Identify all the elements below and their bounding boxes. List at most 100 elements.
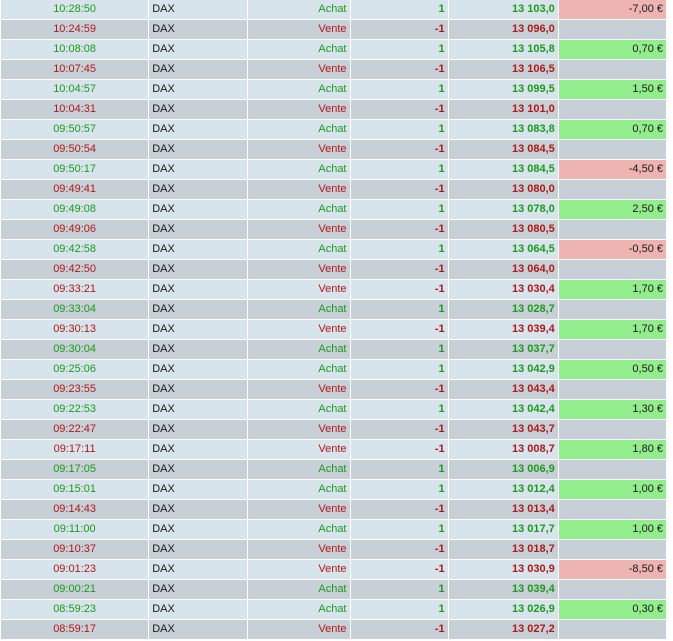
trade-pnl-cell: [557, 99, 668, 120]
trade-symbol-cell: DAX: [148, 339, 249, 360]
table-row[interactable]: 09:22:53 DAX Achat 1 13 042,4 1,30 €: [0, 399, 668, 420]
table-row[interactable]: 10:04:31 DAX Vente -1 13 101,0: [0, 99, 668, 120]
table-row[interactable]: 10:24:59 DAX Vente -1 13 096,0: [0, 19, 668, 40]
trade-time-cell: 09:50:54: [0, 139, 150, 160]
trade-pnl-cell: [557, 619, 668, 640]
table-row[interactable]: 08:59:23 DAX Achat 1 13 026,9 0,30 €: [0, 599, 668, 620]
trade-pnl-cell: [557, 299, 668, 320]
trade-quantity-cell: 1: [349, 579, 449, 600]
table-row[interactable]: 08:59:17 DAX Vente -1 13 027,2: [0, 619, 668, 640]
trade-price-cell: 13 013,4: [447, 499, 559, 520]
trade-time-cell: 10:28:50: [0, 0, 150, 20]
trade-quantity-cell: 1: [349, 479, 449, 500]
trade-side-cell: Achat: [247, 519, 351, 540]
table-row[interactable]: 09:22:47 DAX Vente -1 13 043,7: [0, 419, 668, 440]
trade-pnl-cell: 0,50 €: [557, 359, 668, 380]
table-row[interactable]: 10:08:08 DAX Achat 1 13 105,8 0,70 €: [0, 39, 668, 60]
table-row[interactable]: 09:50:57 DAX Achat 1 13 083,8 0,70 €: [0, 119, 668, 140]
trade-side-cell: Vente: [247, 139, 351, 160]
table-row[interactable]: 09:14:43 DAX Vente -1 13 013,4: [0, 499, 668, 520]
trade-side-cell: Achat: [247, 579, 351, 600]
table-row[interactable]: 09:17:05 DAX Achat 1 13 006,9: [0, 459, 668, 480]
table-row[interactable]: 09:01:23 DAX Vente -1 13 030,9 -8,50 €: [0, 559, 668, 580]
trade-quantity-cell: -1: [349, 219, 449, 240]
trade-side-cell: Vente: [247, 619, 351, 640]
trade-symbol-cell: DAX: [148, 379, 249, 400]
trade-price-cell: 13 027,2: [447, 619, 559, 640]
table-row[interactable]: 09:11:00 DAX Achat 1 13 017,7 1,00 €: [0, 519, 668, 540]
table-row[interactable]: 09:49:08 DAX Achat 1 13 078,0 2,50 €: [0, 199, 668, 220]
trade-quantity-cell: -1: [349, 259, 449, 280]
trade-price-cell: 13 103,0: [447, 0, 559, 20]
table-row[interactable]: 09:17:11 DAX Vente -1 13 008,7 1,80 €: [0, 439, 668, 460]
trade-price-cell: 13 018,7: [447, 539, 559, 560]
trade-pnl-cell: 0,70 €: [557, 119, 668, 140]
trade-side-cell: Achat: [247, 159, 351, 180]
trade-side-cell: Achat: [247, 399, 351, 420]
table-row[interactable]: 09:00:21 DAX Achat 1 13 039,4: [0, 579, 668, 600]
trade-pnl-cell: -4,50 €: [557, 159, 668, 180]
trade-side-cell: Vente: [247, 379, 351, 400]
trade-side-cell: Achat: [247, 79, 351, 100]
trade-side-cell: Vente: [247, 439, 351, 460]
trade-quantity-cell: 1: [349, 79, 449, 100]
trade-time-cell: 09:22:53: [0, 399, 150, 420]
table-row[interactable]: 09:49:41 DAX Vente -1 13 080,0: [0, 179, 668, 200]
trade-time-cell: 10:04:57: [0, 79, 150, 100]
trade-side-cell: Vente: [247, 499, 351, 520]
table-row[interactable]: 09:30:04 DAX Achat 1 13 037,7: [0, 339, 668, 360]
trade-symbol-cell: DAX: [148, 599, 249, 620]
table-row[interactable]: 09:23:55 DAX Vente -1 13 043,4: [0, 379, 668, 400]
trade-symbol-cell: DAX: [148, 119, 249, 140]
trade-time-cell: 09:50:17: [0, 159, 150, 180]
table-row[interactable]: 10:07:45 DAX Vente -1 13 106,5: [0, 59, 668, 80]
table-row[interactable]: 09:49:06 DAX Vente -1 13 080,5: [0, 219, 668, 240]
trade-time-cell: 09:22:47: [0, 419, 150, 440]
trade-rows: 10:28:50 DAX Achat 1 13 103,0 -7,00 €10:24:59…: [0, 0, 668, 640]
trade-quantity-cell: -1: [349, 279, 449, 300]
trade-side-cell: Achat: [247, 199, 351, 220]
table-row[interactable]: 09:33:04 DAX Achat 1 13 028,7: [0, 299, 668, 320]
trade-quantity-cell: -1: [349, 19, 449, 40]
trade-pnl-cell: [557, 139, 668, 160]
table-row[interactable]: 09:42:58 DAX Achat 1 13 064,5 -0,50 €: [0, 239, 668, 260]
trade-pnl-cell: [557, 419, 668, 440]
table-row[interactable]: 09:50:54 DAX Vente -1 13 084,5: [0, 139, 668, 160]
trade-price-cell: 13 006,9: [447, 459, 559, 480]
trade-time-cell: 09:42:58: [0, 239, 150, 260]
trade-symbol-cell: DAX: [148, 559, 249, 580]
trade-symbol-cell: DAX: [148, 219, 249, 240]
trade-quantity-cell: 1: [349, 399, 449, 420]
trade-quantity-cell: 1: [349, 239, 449, 260]
trade-time-cell: 09:42:50: [0, 259, 150, 280]
trade-time-cell: 09:49:08: [0, 199, 150, 220]
trade-symbol-cell: DAX: [148, 39, 249, 60]
trade-side-cell: Achat: [247, 459, 351, 480]
trade-price-cell: 13 096,0: [447, 19, 559, 40]
table-row[interactable]: 09:15:01 DAX Achat 1 13 012,4 1,00 €: [0, 479, 668, 500]
trade-pnl-cell: 1,50 €: [557, 79, 668, 100]
trade-side-cell: Achat: [247, 239, 351, 260]
table-row[interactable]: 09:10:37 DAX Vente -1 13 018,7: [0, 539, 668, 560]
table-row[interactable]: 10:28:50 DAX Achat 1 13 103,0 -7,00 €: [0, 0, 668, 20]
table-row[interactable]: 09:25:06 DAX Achat 1 13 042,9 0,50 €: [0, 359, 668, 380]
trade-time-cell: 09:33:21: [0, 279, 150, 300]
trade-price-cell: 13 037,7: [447, 339, 559, 360]
trade-symbol-cell: DAX: [148, 279, 249, 300]
trade-side-cell: Achat: [247, 599, 351, 620]
trade-price-cell: 13 043,7: [447, 419, 559, 440]
trade-price-cell: 13 039,4: [447, 579, 559, 600]
table-row[interactable]: 10:04:57 DAX Achat 1 13 099,5 1,50 €: [0, 79, 668, 100]
trade-history-table: 10:28:50 DAX Achat 1 13 103,0 -7,00 €10:24:59…: [0, 0, 668, 640]
table-row[interactable]: 09:50:17 DAX Achat 1 13 084,5 -4,50 €: [0, 159, 668, 180]
trade-time-cell: 08:59:23: [0, 599, 150, 620]
trade-quantity-cell: -1: [349, 419, 449, 440]
table-row[interactable]: 09:42:50 DAX Vente -1 13 064,0: [0, 259, 668, 280]
table-row[interactable]: 09:30:13 DAX Vente -1 13 039,4 1,70 €: [0, 319, 668, 340]
trade-side-cell: Vente: [247, 219, 351, 240]
trade-price-cell: 13 012,4: [447, 479, 559, 500]
trade-price-cell: 13 064,0: [447, 259, 559, 280]
trade-symbol-cell: DAX: [148, 259, 249, 280]
table-row[interactable]: 09:33:21 DAX Vente -1 13 030,4 1,70 €: [0, 279, 668, 300]
trade-price-cell: 13 026,9: [447, 599, 559, 620]
